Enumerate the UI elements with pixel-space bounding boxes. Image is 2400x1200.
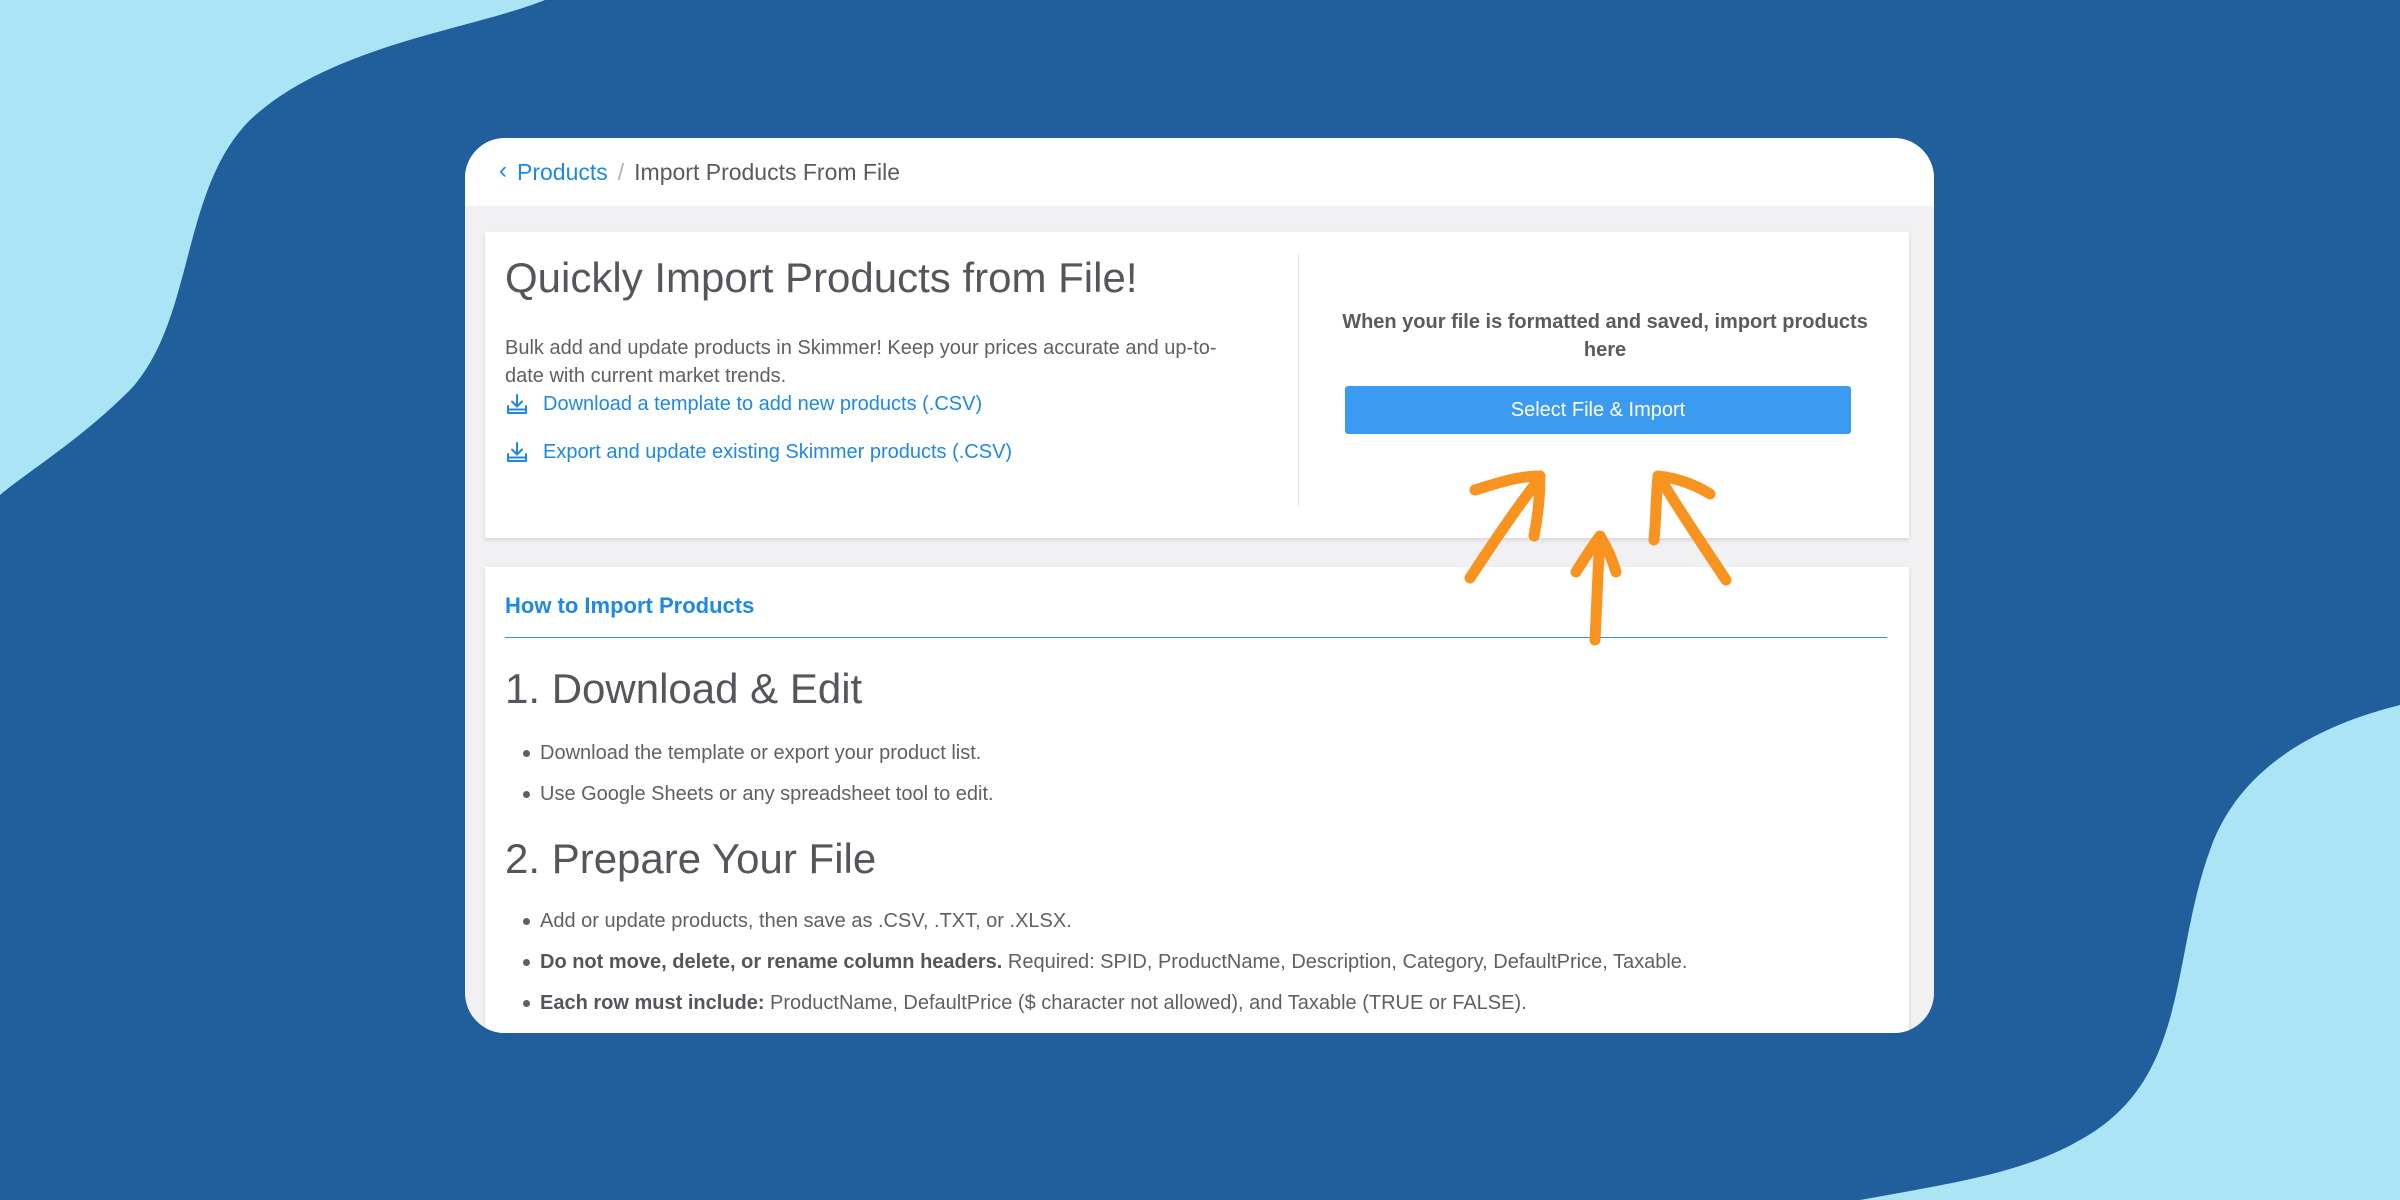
list-item: Each row must include: ProductName, Defa… [505, 989, 1687, 1030]
step-list: Download the template or export your pro… [505, 739, 994, 821]
app-window: ‹ Products / Import Products From File Q… [465, 138, 1934, 1033]
import-action: When your file is formatted and saved, i… [1325, 232, 1885, 538]
list-item-text: Download the template or export your pro… [540, 742, 982, 764]
divider [505, 637, 1887, 638]
list-item-text: ProductName, DefaultPrice ($ character n… [764, 992, 1527, 1014]
export-products-link[interactable]: Export and update existing Skimmer produ… [505, 440, 1012, 464]
howto-heading: How to Import Products [505, 593, 755, 618]
breadcrumb-current: Import Products From File [634, 158, 900, 185]
list-item: Add or update products, then save as .CS… [505, 907, 1687, 948]
download-icon [507, 442, 527, 462]
list-item: Do not move, delete, or rename column he… [505, 948, 1687, 989]
step-title: 1. Download & Edit [505, 665, 863, 712]
divider [1298, 254, 1299, 506]
download-template-link[interactable]: Download a template to add new products … [505, 392, 982, 416]
import-info: Quickly Import Products from File! Bulk … [505, 232, 1265, 538]
step-list: Add or update products, then save as .CS… [505, 907, 1687, 1030]
breadcrumb: ‹ Products / Import Products From File [465, 138, 1934, 206]
list-item-bold: Each row must include: [540, 992, 765, 1014]
chevron-left-icon[interactable]: ‹ [499, 157, 507, 185]
step-title: 2. Prepare Your File [505, 835, 877, 882]
export-products-label: Export and update existing Skimmer produ… [543, 440, 1013, 463]
breadcrumb-products-link[interactable]: Products [517, 159, 608, 186]
breadcrumb-separator: / [617, 158, 625, 185]
select-file-import-button[interactable]: Select File & Import [1345, 386, 1851, 434]
download-icon [507, 394, 527, 414]
download-template-label: Download a template to add new products … [543, 392, 983, 415]
list-item-bold: Do not move, delete, or rename column he… [540, 951, 1003, 973]
list-item-text: Add or update products, then save as .CS… [540, 910, 1072, 932]
howto-card: How to Import Products 1. Download & Edi… [485, 567, 1909, 1033]
import-description: Bulk add and update products in Skimmer!… [505, 337, 1217, 387]
list-item-text: Required: SPID, ProductName, Description… [1002, 951, 1688, 973]
import-card: Quickly Import Products from File! Bulk … [485, 232, 1909, 538]
list-item: Download the template or export your pro… [505, 739, 994, 780]
page-title: Quickly Import Products from File! [505, 254, 1138, 301]
import-prompt: When your file is formatted and saved, i… [1342, 311, 1868, 361]
list-item: Use Google Sheets or any spreadsheet too… [505, 780, 994, 821]
list-item-text: Use Google Sheets or any spreadsheet too… [540, 783, 994, 805]
